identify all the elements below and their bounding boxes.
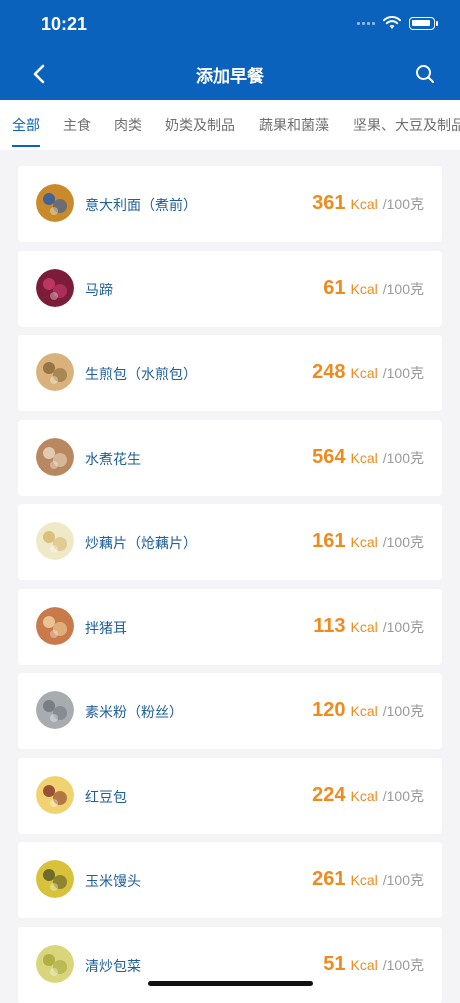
status-icons (357, 16, 438, 30)
food-item[interactable]: 生煎包（水煎包） 248 Kcal/100克 (18, 335, 442, 411)
lotus-root-icon (36, 522, 74, 560)
pan-fried-bun-icon (36, 353, 74, 391)
calorie-value: 248 (312, 361, 346, 383)
food-name: 生煎包（水煎包） (85, 367, 197, 383)
calorie-unit: Kcal (350, 956, 378, 973)
per-weight-label: /100克 (382, 534, 424, 550)
calorie-info: 51 Kcal/100克 (323, 953, 424, 976)
red-bean-bun-icon (36, 775, 74, 814)
per-weight-label: /100克 (382, 872, 424, 888)
vermicelli-icon (36, 691, 74, 729)
per-weight-label: /100克 (382, 196, 424, 212)
calorie-info: 224 Kcal/100克 (312, 784, 424, 807)
tab-staple-food[interactable]: 主食 (63, 115, 91, 135)
calorie-info: 261 Kcal/100克 (312, 868, 424, 891)
calorie-value: 120 (312, 699, 346, 721)
food-item[interactable]: 水煮花生 564 Kcal/100克 (18, 419, 442, 496)
food-item[interactable]: 玉米馒头 261 Kcal/100克 (18, 842, 442, 918)
per-weight-label: /100克 (382, 280, 424, 297)
food-item[interactable]: 意大利面（煮前） 361 Kcal/100克 (18, 166, 442, 242)
calorie-unit: Kcal (350, 449, 378, 466)
pork-ear-icon (36, 606, 74, 645)
calorie-info: 161 Kcal/100克 (312, 530, 424, 553)
calorie-value: 113 (313, 614, 346, 637)
food-name: 炒藕片（炝藕片） (85, 536, 197, 552)
food-item[interactable]: 炒藕片（炝藕片） 161 Kcal/100克 (18, 504, 442, 580)
tab-nuts-soy[interactable]: 坚果、大豆及制品 (353, 115, 460, 135)
tab-fruits-vegetables[interactable]: 蔬果和菌藻 (259, 115, 329, 135)
tab-dairy[interactable]: 奶类及制品 (165, 115, 235, 135)
calorie-value: 61 (323, 276, 346, 299)
calorie-unit: Kcal (350, 618, 378, 635)
per-weight-label: /100克 (382, 618, 424, 635)
calorie-info: 61 Kcal/100克 (323, 277, 424, 300)
calorie-info: 248 Kcal/100克 (312, 361, 424, 384)
home-indicator (148, 981, 313, 986)
food-name: 玉米馒头 (85, 874, 141, 890)
calorie-info: 564 Kcal/100克 (312, 446, 424, 469)
active-tab-indicator (12, 145, 40, 147)
food-item[interactable]: 清炒包菜 51 Kcal/100克 (18, 926, 442, 1003)
calorie-value: 224 (312, 783, 346, 806)
pasta-icon (36, 184, 74, 222)
nav-header: 10:21 添加早餐 (0, 0, 460, 100)
per-weight-label: /100克 (382, 365, 424, 381)
peanut-icon (36, 437, 74, 476)
food-name: 水煮花生 (85, 451, 141, 468)
calorie-unit: Kcal (350, 703, 378, 719)
per-weight-label: /100克 (382, 956, 424, 973)
search-icon[interactable] (414, 63, 436, 85)
calorie-unit: Kcal (350, 365, 378, 381)
calorie-value: 564 (312, 445, 346, 468)
food-name: 意大利面（煮前） (85, 198, 197, 214)
calorie-value: 51 (323, 952, 346, 975)
food-name: 马蹄 (85, 282, 113, 299)
calorie-info: 120 Kcal/100克 (312, 699, 424, 722)
calorie-value: 161 (312, 530, 346, 552)
calorie-unit: Kcal (350, 280, 378, 297)
calorie-unit: Kcal (350, 787, 378, 804)
calorie-unit: Kcal (350, 534, 378, 550)
food-item[interactable]: 拌猪耳 113 Kcal/100克 (18, 588, 442, 665)
per-weight-label: /100克 (382, 787, 424, 804)
food-name: 红豆包 (85, 789, 127, 806)
calorie-value: 261 (312, 868, 346, 890)
tab-all[interactable]: 全部 (12, 115, 40, 135)
calorie-info: 361 Kcal/100克 (312, 192, 424, 215)
per-weight-label: /100克 (382, 703, 424, 719)
battery-icon (409, 16, 438, 30)
corn-bun-icon (36, 860, 74, 898)
calorie-unit: Kcal (350, 196, 378, 212)
food-name: 清炒包菜 (85, 958, 141, 975)
calorie-unit: Kcal (350, 872, 378, 888)
tab-meat[interactable]: 肉类 (114, 115, 142, 135)
food-name: 素米粉（粉丝） (85, 705, 183, 721)
wifi-icon (383, 16, 401, 29)
food-name: 拌猪耳 (85, 620, 127, 637)
cabbage-icon (36, 944, 74, 983)
food-item[interactable]: 红豆包 224 Kcal/100克 (18, 757, 442, 834)
water-chestnut-icon (36, 268, 74, 307)
cellular-icon (357, 21, 375, 25)
per-weight-label: /100克 (382, 449, 424, 466)
food-item[interactable]: 素米粉（粉丝） 120 Kcal/100克 (18, 673, 442, 749)
food-item[interactable]: 马蹄 61 Kcal/100克 (18, 250, 442, 327)
status-time: 10:21 (41, 14, 88, 34)
calorie-info: 113 Kcal/100克 (313, 615, 424, 638)
page-title: 添加早餐 (196, 67, 264, 87)
category-tabs: 全部 主食 肉类 奶类及制品 蔬果和菌藻 坚果、大豆及制品 (0, 100, 460, 150)
calorie-value: 361 (312, 192, 346, 214)
